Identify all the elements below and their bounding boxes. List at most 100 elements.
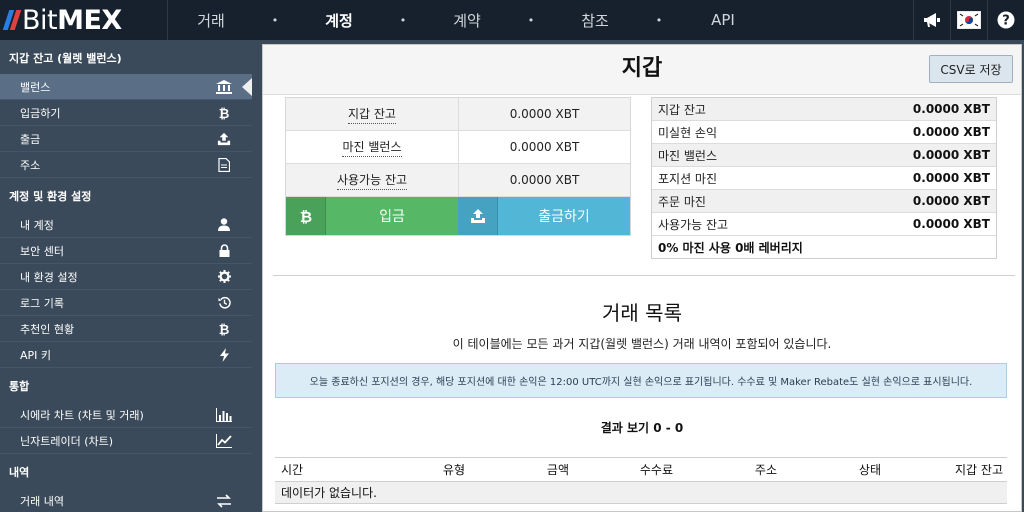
column-header[interactable]: 유형 [345,461,469,478]
bolt-icon [216,347,232,363]
sidebar-item-label: 시에라 차트 (차트 및 거래) [20,408,144,422]
help-icon[interactable]: ? [987,0,1024,40]
sidebar-item-label: 거래 내역 [20,494,64,508]
nav-link[interactable]: 계정 [296,10,382,31]
balance-label: 마진 밸런스 [342,138,402,157]
bitmex-logo[interactable]: BitMEX [0,0,168,40]
nav-link[interactable]: API [680,11,766,29]
history-subtitle: 이 테이블에는 모든 과거 지갑(월렛 밸런스) 거래 내역이 포함되어 있습니… [452,337,832,351]
sidebar-section-heading: 지갑 잔고 (월렛 밸런스) [9,52,122,65]
wallet-panel: 지갑 CSV로 저장 지갑 잔고 0.0000 XBT 마진 밸런스 0.000… [262,44,1022,512]
nav-separator: • [527,13,535,27]
balance-value: 0.0000 XBT [458,164,630,196]
deposit-button[interactable]: ₿ 입금 [286,197,458,235]
balance-value: 0.0000 XBT [458,131,630,163]
summary-label: 지갑 잔고 [658,102,706,117]
gear-icon [216,269,232,285]
sidebar-item[interactable]: 주소 [0,152,252,178]
column-header[interactable]: 주소 [677,461,781,478]
sidebar-item[interactable]: 내 환경 설정 [0,264,252,290]
nav-link[interactable]: 참조 [552,10,638,31]
sidebar-item-label: 추천인 현황 [20,322,75,336]
sidebar-item[interactable]: 시에라 차트 (차트 및 거래) [0,402,252,428]
sidebar-item-label: 출금 [20,132,41,146]
sidebar: 지갑 잔고 (월렛 밸런스) 밸런스입금하기 ₿ 출금주소계정 및 환경 설정내 계정… [0,40,252,512]
summary-value: 0.0000 XBT [912,125,990,139]
summary-row: 마진 밸런스 0.0000 XBT [652,144,996,167]
column-header[interactable]: 수수료 [573,461,677,478]
divider [273,275,1015,276]
svg-text:₿: ₿ [219,323,230,336]
wallet-summary-table: 지갑 잔고 0.0000 XBT 미실현 손익 0.0000 XBT 마진 밸런스 0… [651,97,997,259]
sidebar-item[interactable]: 밸런스 [0,74,252,100]
nav-links: 거래 • 계정 • 계약 • 참조 • API [168,0,836,40]
withdraw-button[interactable]: 출금하기 [458,197,630,235]
summary-value: 0.0000 XBT [912,102,990,116]
bar-chart-icon [216,407,232,423]
page-title: 지갑 [621,56,663,81]
sidebar-section-heading: 계정 및 환경 설정 [9,190,92,203]
summary-row: 주문 마진 0.0000 XBT [652,190,996,213]
sidebar-section-heading: 통합 [9,380,30,393]
lock-icon [216,243,232,259]
summary-value: 0.0000 XBT [912,148,990,162]
svg-text:₿: ₿ [219,107,230,120]
history-icon [216,295,232,311]
column-header[interactable]: 상태 [781,461,885,478]
logo-mark-icon [2,10,22,30]
sidebar-item-label: 주소 [20,158,41,172]
summary-value: 0.0000 XBT [912,194,990,208]
sidebar-item-label: 내 환경 설정 [20,270,78,284]
summary-label: 마진 밸런스 [658,148,718,163]
column-header[interactable]: 지갑 잔고 [885,461,1007,478]
korean-flag-icon[interactable] [950,0,987,40]
save-csv-button[interactable]: CSV로 저장 [929,55,1013,83]
bitcoin-icon: ₿ [216,105,232,121]
balance-label: 사용가능 잔고 [336,171,408,190]
summary-label: 포지션 마진 [658,171,718,186]
sidebar-item-label: 내 계정 [20,218,54,232]
sidebar-item[interactable]: API 키 [0,342,252,368]
sidebar-item-label: 로그 기록 [20,296,64,310]
sidebar-item[interactable]: 보안 센터 [0,238,252,264]
column-header[interactable]: 시간 [275,461,345,478]
sidebar-item[interactable]: 추천인 현황 ₿ [0,316,252,342]
info-notice: 오늘 종료하신 포지션의 경우, 해당 포지션에 대한 손익은 12:00 UT… [275,363,1007,398]
exchange-icon [216,493,232,509]
document-icon [216,157,232,173]
summary-value: 0.0000 XBT [912,171,990,185]
sidebar-item[interactable]: 닌자트레이더 (차트) [0,428,252,454]
nav-separator: • [271,13,279,27]
sidebar-item[interactable]: 입금하기 ₿ [0,100,252,126]
nav-icons: ? [913,0,1024,40]
balance-row: 지갑 잔고 0.0000 XBT [286,98,630,131]
sidebar-item[interactable]: 내 계정 [0,212,252,238]
balance-label: 지갑 잔고 [348,105,396,124]
sidebar-item-label: 닌자트레이더 (차트) [20,434,114,448]
balance-value: 0.0000 XBT [458,98,630,130]
summary-row: 지갑 잔고 0.0000 XBT [652,98,996,121]
table-header: 시간 유형 금액 수수료 주소 상태 지갑 잔고 [275,458,1007,482]
sidebar-item[interactable]: 출금 [0,126,252,152]
top-nav: BitMEX 거래 • 계정 • 계약 • 참조 • API ? [0,0,1024,40]
sidebar-item-label: 보안 센터 [20,244,64,258]
balance-table: 지갑 잔고 0.0000 XBT 마진 밸런스 0.0000 XBT 사용가능 … [285,97,631,236]
balance-row: 사용가능 잔고 0.0000 XBT [286,164,630,197]
nav-link[interactable]: 계약 [424,10,510,31]
upload-icon [458,197,498,235]
result-count: 결과 보기 0 - 0 [600,421,684,435]
summary-row: 포지션 마진 0.0000 XBT [652,167,996,190]
summary-value: 0.0000 XBT [912,217,990,231]
history-table: 시간 유형 금액 수수료 주소 상태 지갑 잔고 데이터가 없습니다. [275,457,1007,504]
column-header[interactable]: 금액 [469,461,573,478]
summary-label: 주문 마진 [658,194,706,209]
svg-text:₿: ₿ [299,208,311,224]
summary-row: 미실현 손익 0.0000 XBT [652,121,996,144]
sidebar-item[interactable]: 거래 내역 [0,488,252,512]
megaphone-icon[interactable] [913,0,950,40]
balance-row: 마진 밸런스 0.0000 XBT [286,131,630,164]
sidebar-section-heading: 내역 [9,466,30,479]
sidebar-item[interactable]: 로그 기록 [0,290,252,316]
sidebar-item-label: 밸런스 [20,80,51,94]
nav-link[interactable]: 거래 [168,10,254,31]
